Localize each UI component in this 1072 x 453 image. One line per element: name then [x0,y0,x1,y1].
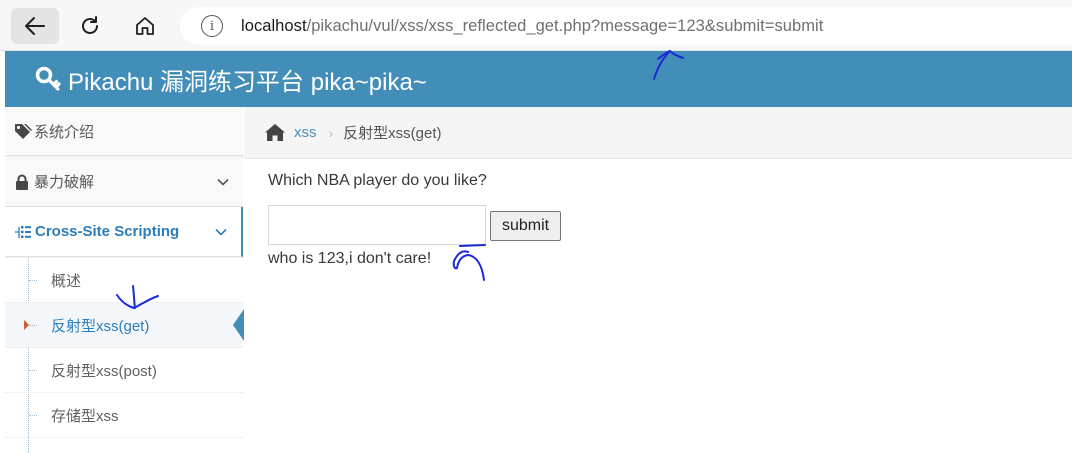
question-label: Which NBA player do you like? [268,172,487,189]
url-host: localhost [241,16,307,35]
sidebar-item-label: Cross-Site Scripting [35,223,180,240]
browser-window: i localhost/pikachu/vul/xss/xss_reflecte… [0,0,1072,453]
submenu-item-reflected-post[interactable]: 反射型xss(post) [5,348,243,393]
sidebar-item-label: 暴力破解 [34,174,95,191]
active-pointer-icon [233,309,244,341]
sidebar-item-label: 系统介绍 [34,123,95,141]
annotation-arrow-input-icon [452,244,486,281]
xss-submenu: 概述 反射型xss(get) 反射型xss(post) 存储型xss [5,258,244,453]
breadcrumb: xss › 反射型xss(get) [244,107,1072,159]
submenu-item-label: 反射型xss(post) [51,362,157,380]
back-arrow-icon [25,17,45,35]
site-header: Pikachu 漏洞练习平台 pika~pika~ [5,51,1072,107]
sidebar-item-intro[interactable]: 系统介绍 [5,107,243,156]
home-icon [136,17,154,35]
site-title[interactable]: Pikachu 漏洞练习平台 pika~pika~ [68,62,427,97]
home-button[interactable] [121,8,169,44]
chevron-down-icon [217,178,229,186]
breadcrumb-separator: › [328,124,334,141]
url-text[interactable]: localhost/pikachu/vul/xss/xss_reflected_… [241,17,823,36]
message-input[interactable] [268,205,486,245]
result-text: who is 123,i don't care! [268,250,432,267]
key-icon [35,64,65,94]
submenu-item-reflected-get[interactable]: 反射型xss(get) [5,303,244,348]
lock-icon [16,174,28,190]
address-bar[interactable]: i localhost/pikachu/vul/xss/xss_reflecte… [180,7,1072,45]
breadcrumb-link-xss[interactable]: xss [294,124,317,141]
chevron-down-icon [215,228,227,236]
submit-button[interactable]: submit [490,211,561,241]
sidebar-item-xss[interactable]: Cross-Site Scripting [5,207,243,257]
reload-button[interactable] [66,8,114,44]
submenu-item-label: 反射型xss(get) [51,317,150,335]
sidebar-item-bruteforce[interactable]: 暴力破解 [5,157,243,207]
reload-icon [82,16,98,34]
home-icon[interactable] [264,123,286,143]
submenu-item-stored[interactable]: 存储型xss [5,393,243,438]
info-icon[interactable]: i [201,15,223,37]
url-path: /pikachu/vul/xss/xss_reflected_get.php?m… [306,16,824,35]
browser-toolbar: i localhost/pikachu/vul/xss/xss_reflecte… [0,0,1072,51]
submenu-item-overview[interactable]: 概述 [5,258,243,303]
sidebar: 系统介绍 暴力破解 Cross-Site Scripting 概述 反射型xss… [5,107,244,453]
submenu-item-label: 存储型xss [51,407,119,425]
tags-icon [15,124,32,139]
breadcrumb-current: 反射型xss(get) [343,125,442,142]
list-tree-icon [15,225,31,238]
caret-right-icon [24,320,29,330]
submenu-item-label: 概述 [51,272,82,290]
back-button[interactable] [11,8,59,44]
